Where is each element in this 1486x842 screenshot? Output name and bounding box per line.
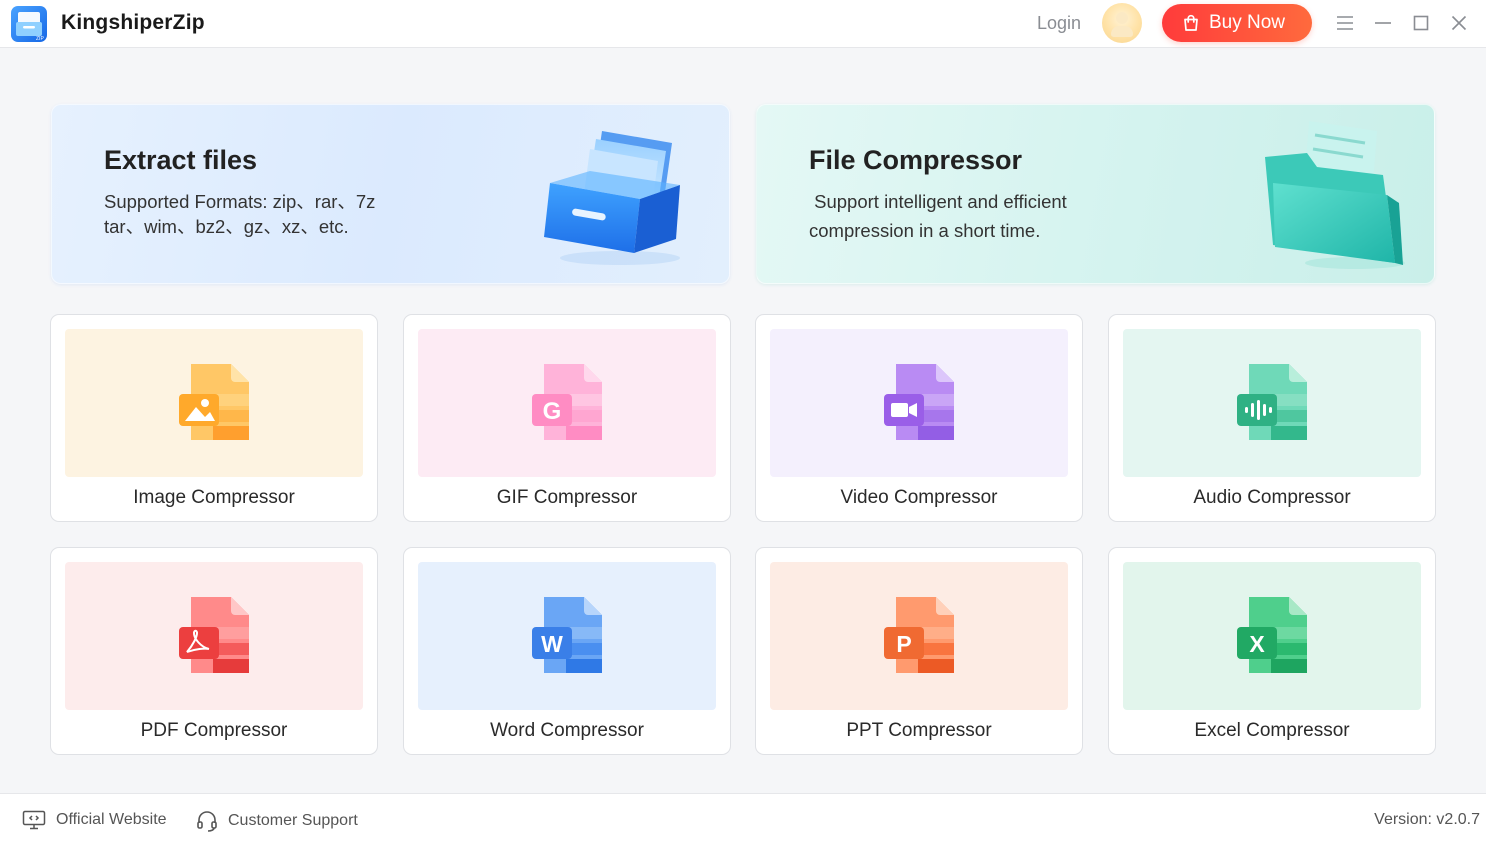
ppt-compressor-label: PPT Compressor [846, 720, 992, 741]
headset-icon [197, 811, 217, 832]
monitor-icon [22, 810, 46, 830]
app-title: KingshiperZip [61, 11, 205, 34]
svg-text:P: P [896, 631, 911, 657]
excel-file-icon: X [1237, 597, 1307, 673]
word-compressor-label: Word Compressor [490, 720, 644, 741]
maximize-icon[interactable] [1410, 12, 1432, 34]
file-compressor-title: File Compressor [809, 145, 1023, 175]
word-file-icon: W [532, 597, 602, 673]
customer-support-label: Customer Support [228, 812, 358, 829]
video-compressor-tile [770, 329, 1068, 477]
login-link[interactable]: Login [1037, 13, 1081, 34]
footer-bar: Official Website Customer Support Versio… [0, 793, 1486, 842]
compressed-folder-icon [1245, 113, 1415, 278]
image-compressor-tile [65, 329, 363, 477]
svg-text:ZIP: ZIP [36, 36, 44, 42]
image-compressor-label: Image Compressor [133, 487, 295, 508]
menu-icon[interactable] [1334, 12, 1356, 34]
excel-compressor-tile: X [1123, 562, 1421, 710]
extract-formats-line-2: tar、wim、bz2、gz、xz、etc. [104, 216, 349, 237]
app-logo-icon: ZIP [10, 5, 48, 43]
official-website-label: Official Website [56, 811, 167, 828]
file-compressor-description: Support intelligent and efficient compre… [809, 187, 1067, 245]
image-file-icon [179, 364, 249, 440]
minimize-icon[interactable] [1372, 12, 1394, 34]
excel-compressor-label: Excel Compressor [1194, 720, 1350, 741]
shopping-bag-icon [1184, 14, 1198, 31]
ppt-compressor-card[interactable]: P PPT Compressor [755, 547, 1083, 755]
extract-files-title: Extract files [104, 145, 258, 175]
extract-formats-line-1: Supported Formats: zip、rar、7z [104, 191, 376, 212]
word-compressor-tile: W [418, 562, 716, 710]
audio-compressor-card[interactable]: Audio Compressor [1108, 314, 1436, 522]
gif-compressor-label: GIF Compressor [496, 487, 638, 508]
compressor-desc-line-1: Support intelligent and efficient [809, 191, 1067, 212]
excel-compressor-card[interactable]: X Excel Compressor [1108, 547, 1436, 755]
video-compressor-card[interactable]: Video Compressor [755, 314, 1083, 522]
title-bar: ZIP KingshiperZip Login Buy Now [0, 0, 1486, 48]
buy-now-button[interactable]: Buy Now [1162, 4, 1312, 42]
compressor-desc-line-2: compression in a short time. [809, 220, 1041, 241]
gif-file-icon: G [532, 364, 602, 440]
audio-compressor-tile [1123, 329, 1421, 477]
image-compressor-card[interactable]: Image Compressor [50, 314, 378, 522]
gif-compressor-card[interactable]: G GIF Compressor [403, 314, 731, 522]
file-compressor-banner[interactable]: File Compressor Support intelligent and … [756, 104, 1435, 284]
audio-compressor-label: Audio Compressor [1193, 487, 1351, 508]
official-website-link[interactable]: Official Website [22, 810, 167, 830]
ppt-compressor-tile: P [770, 562, 1068, 710]
ppt-file-icon: P [884, 597, 954, 673]
user-avatar-icon[interactable] [1102, 3, 1142, 43]
customer-support-link[interactable]: Customer Support [196, 810, 358, 832]
video-compressor-label: Video Compressor [840, 487, 998, 508]
archive-box-icon [530, 113, 700, 278]
audio-file-icon [1237, 364, 1307, 440]
gif-compressor-tile: G [418, 329, 716, 477]
svg-text:W: W [541, 631, 563, 657]
svg-text:X: X [1249, 631, 1265, 657]
pdf-compressor-tile [65, 562, 363, 710]
video-file-icon [884, 364, 954, 440]
pdf-file-icon [179, 597, 249, 673]
buy-now-label: Buy Now [1209, 12, 1286, 33]
extract-files-banner[interactable]: Extract files Supported Formats: zip、rar… [51, 104, 730, 284]
word-compressor-card[interactable]: W Word Compressor [403, 547, 731, 755]
pdf-compressor-card[interactable]: PDF Compressor [50, 547, 378, 755]
pdf-compressor-label: PDF Compressor [140, 720, 288, 741]
close-icon[interactable] [1448, 12, 1470, 34]
extract-files-description: Supported Formats: zip、rar、7z tar、wim、bz… [104, 189, 375, 239]
svg-text:G: G [543, 398, 562, 425]
version-text: Version: v2.0.7 [1374, 811, 1480, 828]
